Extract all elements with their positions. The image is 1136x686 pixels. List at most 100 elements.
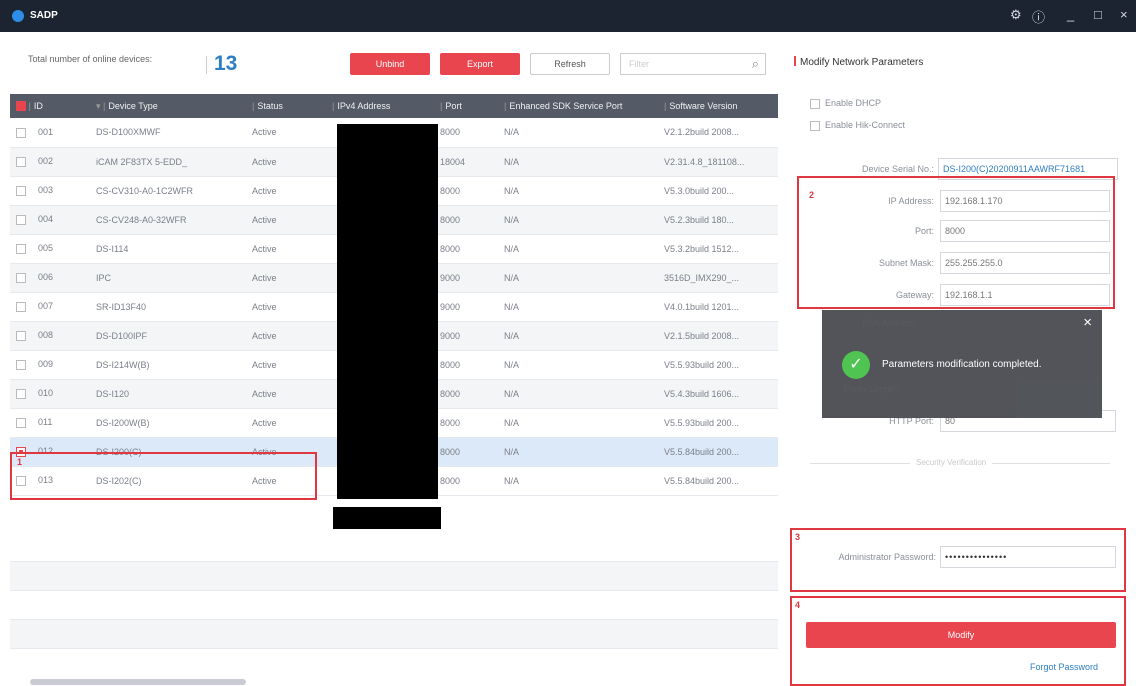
unbind-button[interactable]: Unbind xyxy=(350,53,430,75)
cell-sdk: N/A xyxy=(504,156,520,167)
enable-hik-connect-checkbox[interactable] xyxy=(810,120,820,131)
cell-sdk: N/A xyxy=(504,272,520,283)
serial-label: Device Serial No.: xyxy=(861,164,934,174)
redacted-ip-block xyxy=(337,124,438,499)
column-header-status[interactable]: | Status xyxy=(246,94,326,118)
export-button[interactable]: Export xyxy=(440,53,520,75)
row-checkbox[interactable] xyxy=(16,185,26,196)
cell-version: V5.5.93build 200... xyxy=(664,417,740,428)
row-checkbox[interactable] xyxy=(16,330,26,341)
prefix-length-label: Prefix Length: xyxy=(844,384,900,394)
cell-type: iCAM 2F83TX 5-EDD_ xyxy=(96,156,188,167)
row-checkbox[interactable] xyxy=(16,359,26,370)
row-checkbox[interactable] xyxy=(16,127,26,138)
title-bar: SADP ⚙ ⓘ _ □ × xyxy=(0,0,1136,32)
annotation-box-2 xyxy=(797,176,1115,309)
cell-port: 8000 xyxy=(440,417,461,428)
cell-id: 009 xyxy=(10,350,90,379)
modify-button[interactable]: Modify xyxy=(806,622,1116,648)
cell-sdk: N/A xyxy=(504,417,520,428)
select-all-checkbox[interactable] xyxy=(16,101,26,112)
row-checkbox[interactable] xyxy=(16,243,26,254)
cell-id: 001 xyxy=(10,118,90,147)
cell-sdk: N/A xyxy=(504,127,520,138)
cell-type: IPC xyxy=(96,272,112,283)
cell-port: 8000 xyxy=(440,359,461,370)
cell-id: 006 xyxy=(10,263,90,292)
cell-type: DS-I114 xyxy=(96,243,129,254)
enable-dhcp-checkbox[interactable] xyxy=(810,98,820,109)
cell-port: 8000 xyxy=(440,185,461,196)
cell-sdk: N/A xyxy=(504,446,520,457)
cell-version: V5.3.2build 1512... xyxy=(664,243,740,254)
close-toast-icon[interactable]: × xyxy=(1083,314,1092,331)
column-header-id[interactable]: | ID xyxy=(10,94,90,118)
cell-version: V5.3.0build 200... xyxy=(664,185,735,196)
row-checkbox[interactable] xyxy=(16,301,26,312)
online-devices-label: Total number of online devices: xyxy=(28,54,153,64)
enable-hik-connect-option[interactable]: Enable Hik-Connect xyxy=(810,120,905,131)
cell-sdk: N/A xyxy=(504,185,520,196)
cell-status: Active xyxy=(252,301,277,312)
cell-id: 007 xyxy=(10,292,90,321)
cell-type: CS-CV248-A0-32WFR xyxy=(96,214,187,225)
security-verification-label: Security Verification xyxy=(910,458,993,467)
filter-placeholder: Filter xyxy=(629,59,649,69)
row-checkbox[interactable] xyxy=(16,156,26,167)
cell-sdk: N/A xyxy=(504,301,520,312)
redacted-ip-block xyxy=(333,507,441,529)
cell-sdk: N/A xyxy=(504,330,520,341)
cell-id: 003 xyxy=(10,176,90,205)
forgot-password-link[interactable]: Forgot Password xyxy=(1030,662,1098,672)
admin-password-field[interactable]: ••••••••••••••• xyxy=(940,546,1116,568)
row-checkbox[interactable] xyxy=(16,417,26,428)
cell-port: 9000 xyxy=(440,330,461,341)
enable-dhcp-option[interactable]: Enable DHCP xyxy=(810,98,881,109)
divider xyxy=(206,56,207,74)
cell-id: 004 xyxy=(10,205,90,234)
row-checkbox[interactable] xyxy=(16,272,26,283)
cell-port: 8000 xyxy=(440,243,461,254)
cell-status: Active xyxy=(252,417,277,428)
column-header-port[interactable]: | Port xyxy=(434,94,498,118)
cell-sdk: N/A xyxy=(504,475,520,486)
annotation-number-2: 2 xyxy=(809,190,815,200)
column-header-software-version[interactable]: | Software Version xyxy=(658,94,778,118)
minimize-icon[interactable]: _ xyxy=(1067,7,1074,22)
annotation-box-1 xyxy=(10,452,317,500)
annotation-number-3: 3 xyxy=(795,532,801,542)
success-toast: IPv6 Address: Prefix Length: ✓ Parameter… xyxy=(822,310,1102,418)
column-header-ipv4[interactable]: | IPv4 Address xyxy=(326,94,434,118)
cell-version: 3516D_IMX290_... xyxy=(664,272,740,283)
cell-sdk: N/A xyxy=(504,359,520,370)
horizontal-scrollbar[interactable] xyxy=(30,679,246,685)
cell-version: V5.5.93build 200... xyxy=(664,359,740,370)
cell-type: DS-I200W(B) xyxy=(96,417,150,428)
column-header-sdk-port[interactable]: | Enhanced SDK Service Port xyxy=(498,94,658,118)
cell-status: Active xyxy=(252,359,277,370)
info-icon[interactable]: ⓘ xyxy=(1032,7,1045,26)
cell-version: V5.5.84build 200... xyxy=(664,446,740,457)
empty-row xyxy=(10,562,778,591)
cell-port: 8000 xyxy=(440,475,461,486)
cell-port: 9000 xyxy=(440,301,461,312)
cell-port: 9000 xyxy=(440,272,461,283)
refresh-button[interactable]: Refresh xyxy=(530,53,610,75)
success-check-icon: ✓ xyxy=(842,351,870,379)
row-checkbox[interactable] xyxy=(16,214,26,225)
filter-input[interactable]: Filter ⌕ xyxy=(620,53,766,75)
close-icon[interactable]: × xyxy=(1120,7,1128,22)
device-list-panel: Total number of online devices: 13 Unbin… xyxy=(10,40,778,686)
cell-version: V5.4.3build 1606... xyxy=(664,388,740,399)
search-icon[interactable]: ⌕ xyxy=(752,56,759,72)
column-header-device-type[interactable]: ▾ | Device Type xyxy=(90,94,246,118)
cell-type: CS-CV310-A0-1C2WFR xyxy=(96,185,194,196)
gear-icon[interactable]: ⚙ xyxy=(1010,7,1022,23)
cell-version: V2.1.2build 2008... xyxy=(664,127,740,138)
cell-id: 002 xyxy=(10,147,90,176)
row-checkbox[interactable] xyxy=(16,388,26,399)
maximize-icon[interactable]: □ xyxy=(1094,7,1102,22)
cell-port: 8000 xyxy=(440,388,461,399)
cell-status: Active xyxy=(252,388,277,399)
cell-type: DS-D100IPF xyxy=(96,330,148,341)
